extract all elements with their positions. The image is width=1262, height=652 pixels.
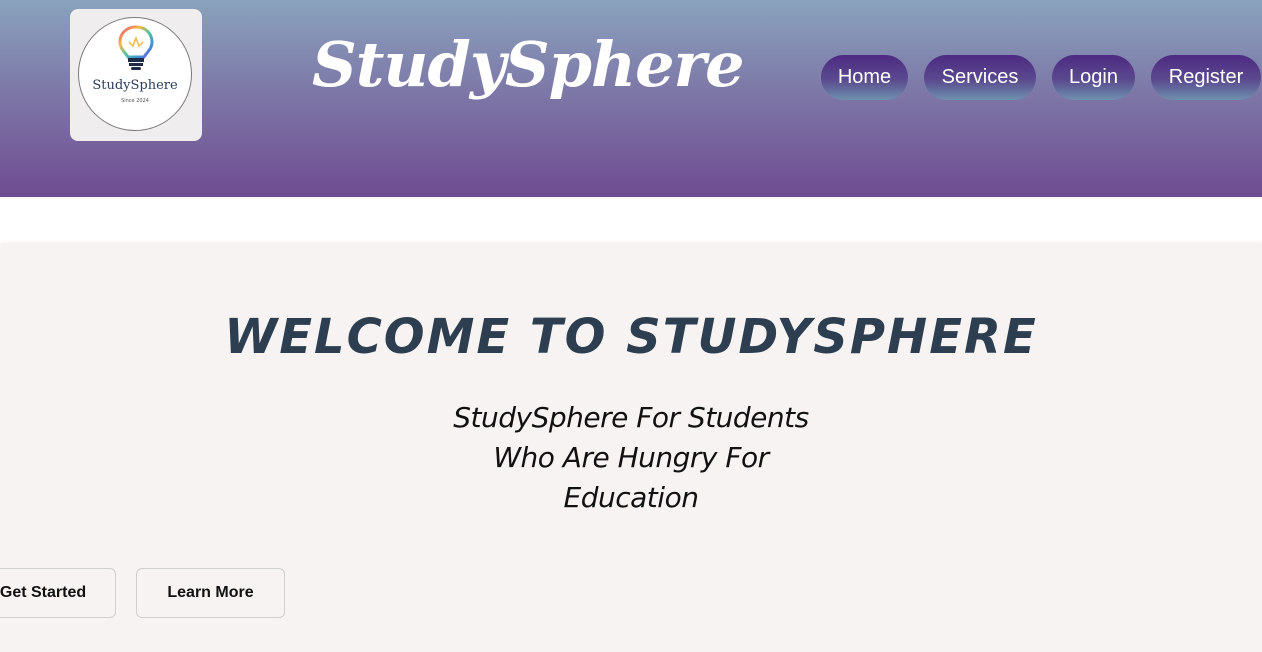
hero-subtitle-line-1: StudySphere For Students [453,401,809,434]
nav-services-button[interactable]: Services [924,55,1036,100]
brand-title: StudySphere [312,28,745,101]
hero-subtitle-line-2: Who Are Hungry For [493,441,769,474]
logo-since: Since 2024 [121,98,149,104]
logo[interactable]: StudySphere Since 2024 [70,9,202,141]
site-header: StudySphere Since 2024 StudySphere Home … [0,0,1262,197]
header-spacer [0,197,1262,243]
logo-name: StudySphere [92,78,178,93]
nav-login-button[interactable]: Login [1052,55,1135,100]
nav-home-button[interactable]: Home [821,55,908,100]
get-started-button[interactable]: Get Started [0,568,116,618]
logo-badge: StudySphere Since 2024 [78,17,192,131]
lightbulb-icon [118,25,154,70]
nav-register-button[interactable]: Register [1151,55,1261,100]
hero-section: WELCOME TO STUDYSPHERE StudySphere For S… [0,243,1262,652]
learn-more-button[interactable]: Learn More [136,568,285,618]
hero-subtitle-line-3: Education [563,481,699,514]
hero-title: WELCOME TO STUDYSPHERE [224,309,1038,365]
